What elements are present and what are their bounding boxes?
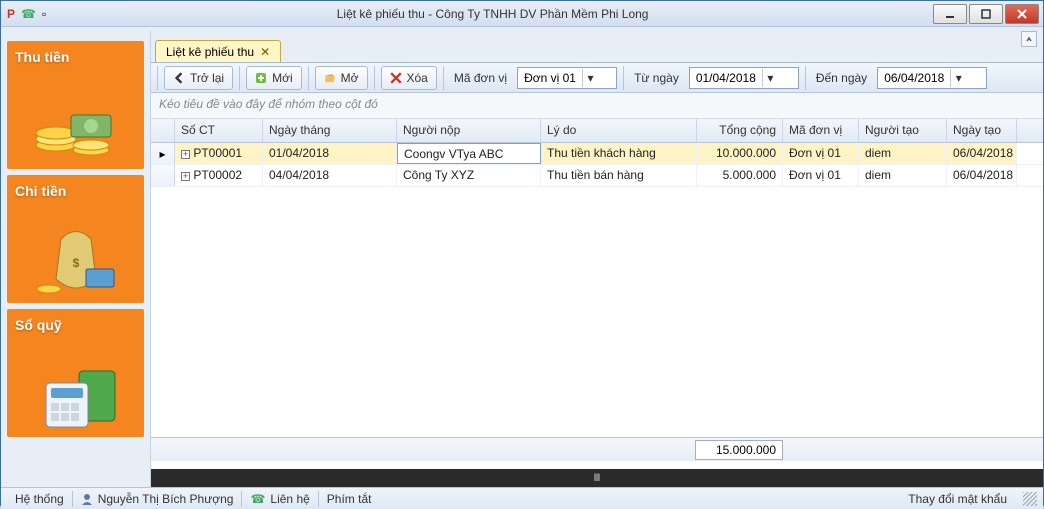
- header-expander: [151, 119, 175, 142]
- horizontal-scrollbar[interactable]: Ⅲ: [151, 469, 1043, 487]
- group-by-panel[interactable]: Kéo tiêu đề vào đây để nhóm theo cột đó: [151, 93, 1043, 119]
- cell-tongcong: 5.000.000: [697, 165, 783, 186]
- sum-total: 15.000.000: [695, 440, 783, 460]
- col-ngaytao[interactable]: Ngày tạo: [947, 119, 1017, 142]
- cell-nguoinop: Coongv VTya ABC: [397, 143, 541, 164]
- tab-label: Liệt kê phiếu thu: [166, 45, 254, 59]
- from-date-picker[interactable]: 01/04/2018 ▾: [689, 67, 799, 89]
- col-nguoitao[interactable]: Người tạo: [859, 119, 947, 142]
- to-date-label: Đến ngày: [812, 71, 871, 85]
- panel-collapse-button[interactable]: [1021, 31, 1037, 47]
- delete-x-icon: [390, 72, 402, 84]
- sidebar-item-label: Sổ quỹ: [15, 317, 136, 333]
- open-label: Mở: [341, 71, 359, 85]
- toolbar: Trở lại Mới Mở Xóa Mã đơn vị: [151, 63, 1043, 93]
- unit-value: Đơn vị 01: [524, 71, 576, 85]
- chevron-down-icon: ▾: [762, 69, 778, 87]
- col-tongcong[interactable]: Tổng cộng: [697, 119, 783, 142]
- sidebar-item-thutien[interactable]: Thu tiền: [7, 41, 144, 169]
- col-soct[interactable]: Số CT: [175, 119, 263, 142]
- tab-lietkephieuthu[interactable]: Liệt kê phiếu thu ✕: [155, 40, 281, 62]
- cell-ngaythang: 01/04/2018: [263, 143, 397, 164]
- plus-icon: [255, 72, 267, 84]
- new-label: Mới: [272, 71, 293, 85]
- cell-lydo: Thu tiền bán hàng: [541, 165, 697, 186]
- data-grid: Số CT Ngày tháng Người nộp Lý do Tổng cộ…: [151, 119, 1043, 487]
- to-date-value: 06/04/2018: [884, 71, 944, 85]
- status-user[interactable]: Nguyễn Thị Bích Phượng: [73, 492, 242, 506]
- tab-close-icon[interactable]: ✕: [260, 45, 270, 59]
- chevron-down-icon: ▾: [582, 69, 598, 87]
- expand-icon[interactable]: +: [181, 150, 190, 159]
- row-indicator: [151, 165, 175, 186]
- cell-madonvi: Đơn vị 01: [783, 165, 859, 186]
- svg-text:$: $: [72, 256, 79, 270]
- table-row[interactable]: + PT00002 04/04/2018 Công Ty XYZ Thu tiề…: [151, 165, 1043, 187]
- col-lydo[interactable]: Lý do: [541, 119, 697, 142]
- window-title: Liệt kê phiếu thu - Công Ty TNHH DV Phần…: [52, 7, 933, 21]
- cell-nguoitao: diem: [859, 143, 947, 164]
- status-system[interactable]: Hệ thống: [7, 492, 72, 506]
- moneybag-icon: $: [31, 219, 121, 299]
- resize-grip[interactable]: [1023, 492, 1037, 506]
- col-madonvi[interactable]: Mã đơn vị: [783, 119, 859, 142]
- delete-label: Xóa: [407, 71, 428, 85]
- unit-label: Mã đơn vị: [450, 71, 511, 85]
- cell-ngaythang: 04/04/2018: [263, 165, 397, 186]
- main-panel: Liệt kê phiếu thu ✕ Trở lại Mới: [151, 31, 1043, 487]
- from-date-value: 01/04/2018: [696, 71, 756, 85]
- chevron-left-icon: [173, 72, 185, 84]
- row-indicator: ▸: [151, 143, 175, 164]
- cell-lydo: Thu tiền khách hàng: [541, 143, 697, 164]
- status-shortcuts[interactable]: Phím tắt: [319, 492, 380, 506]
- sidebar-item-chitien[interactable]: Chi tiền $: [7, 175, 144, 303]
- maximize-button[interactable]: [969, 4, 1003, 24]
- table-row[interactable]: ▸ + PT00001 01/04/2018 Coongv VTya ABC T…: [151, 143, 1043, 165]
- app-icon: P: [7, 7, 15, 21]
- back-button[interactable]: Trở lại: [164, 66, 233, 90]
- col-ngaythang[interactable]: Ngày tháng: [263, 119, 397, 142]
- app-window: P ☎ ▫ Liệt kê phiếu thu - Công Ty TNHH D…: [0, 0, 1044, 506]
- summary-row: 15.000.000: [151, 437, 1043, 461]
- calculator-icon: [31, 353, 121, 433]
- back-label: Trở lại: [190, 71, 224, 85]
- cell-madonvi: Đơn vị 01: [783, 143, 859, 164]
- grid-header: Số CT Ngày tháng Người nộp Lý do Tổng cộ…: [151, 119, 1043, 143]
- minimize-button[interactable]: [933, 4, 967, 24]
- chevron-down-icon: ▾: [950, 69, 966, 87]
- sidebar-item-label: Thu tiền: [15, 49, 136, 65]
- to-date-picker[interactable]: 06/04/2018 ▾: [877, 67, 987, 89]
- sidebar-item-soquy[interactable]: Sổ quỹ: [7, 309, 144, 437]
- delete-button[interactable]: Xóa: [381, 66, 437, 90]
- cell-nguoitao: diem: [859, 165, 947, 186]
- col-nguoinop[interactable]: Người nộp: [397, 119, 541, 142]
- sidebar-item-label: Chi tiền: [15, 183, 136, 199]
- cell-nguoinop: Công Ty XYZ: [397, 165, 541, 186]
- open-button[interactable]: Mở: [315, 66, 368, 90]
- cell-tongcong: 10.000.000: [697, 143, 783, 164]
- misc-icon: ▫: [42, 7, 46, 21]
- status-change-password[interactable]: Thay đổi mật khẩu: [900, 492, 1015, 506]
- titlebar: P ☎ ▫ Liệt kê phiếu thu - Công Ty TNHH D…: [1, 1, 1043, 27]
- user-icon: [81, 493, 93, 505]
- new-button[interactable]: Mới: [246, 66, 302, 90]
- tabstrip: Liệt kê phiếu thu ✕: [151, 39, 1043, 63]
- cell-ngaytao: 06/04/2018: [947, 165, 1017, 186]
- unit-dropdown[interactable]: Đơn vị 01 ▾: [517, 67, 617, 89]
- titlebar-left-icons: P ☎ ▫: [1, 7, 52, 21]
- grid-body: ▸ + PT00001 01/04/2018 Coongv VTya ABC T…: [151, 143, 1043, 187]
- cell-soct: PT00001: [193, 146, 242, 160]
- coins-icon: [31, 85, 121, 165]
- expand-icon[interactable]: +: [181, 172, 190, 181]
- folder-open-icon: [324, 72, 336, 84]
- phone-icon: ☎: [250, 492, 265, 506]
- from-date-label: Từ ngày: [630, 71, 683, 85]
- sidebar: Thu tiền Chi tiền $: [1, 31, 151, 487]
- close-button[interactable]: [1005, 4, 1039, 24]
- phone-icon: ☎: [21, 7, 36, 21]
- status-contact[interactable]: ☎ Liên hệ: [242, 492, 317, 506]
- cell-ngaytao: 06/04/2018: [947, 143, 1017, 164]
- cell-soct: PT00002: [193, 168, 242, 182]
